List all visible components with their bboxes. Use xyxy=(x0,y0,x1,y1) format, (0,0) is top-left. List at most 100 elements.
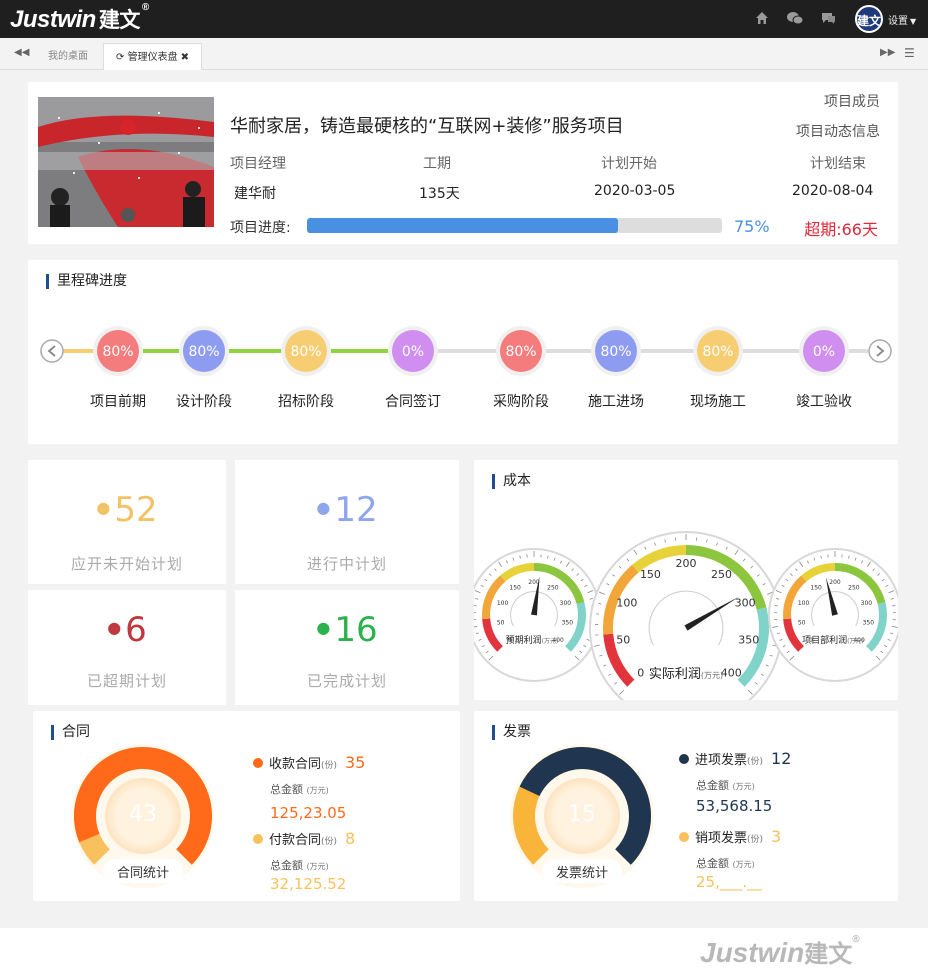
milestone-node[interactable]: 80% xyxy=(496,326,546,376)
logo-cn-text: 建文 xyxy=(99,9,140,32)
project-members-link[interactable]: 项目成员 xyxy=(796,87,880,117)
receive-contract-item[interactable]: 收款合同(份)35 xyxy=(253,753,365,772)
chat-icon[interactable] xyxy=(820,11,836,27)
out-total-label: 总金额 (万元) xyxy=(696,855,755,871)
list-icon[interactable]: ☰ xyxy=(904,46,915,60)
schedule-stat[interactable]: ●16已完成计划 xyxy=(235,590,459,705)
milestone-track: 80% 80% 80% 0% 80% 80% 80% 0% xyxy=(28,260,898,444)
schedule-stat[interactable]: ●52 应开未开始计划 xyxy=(28,460,226,584)
out-invoice-item[interactable]: 销项发票(份) 3 xyxy=(679,827,781,846)
home-icon[interactable] xyxy=(754,11,770,27)
in-invoice-item[interactable]: 进项发票(份)12 xyxy=(679,749,791,768)
gauge-tick-label: 200 xyxy=(829,579,841,586)
gauge-tick-label: 350 xyxy=(562,620,574,627)
scroll-right-icon[interactable]: ▶▶ xyxy=(880,47,895,58)
tab-dashboard-label: 管理仪表盘 xyxy=(128,52,178,63)
overdue-days: 超期:66天 xyxy=(804,216,878,240)
gauge-tick-label: 150 xyxy=(810,585,822,592)
milestone-percent: 80% xyxy=(102,344,133,360)
start-label: 计划开始 xyxy=(601,153,657,173)
receive-amount: 125,23.05 xyxy=(270,804,346,822)
gauge-tick-label: 200 xyxy=(676,557,697,570)
top-bar: Justwin建文® 建文 设置▼ xyxy=(0,0,928,38)
stat-value: ●16 xyxy=(235,610,459,650)
milestone-label: 施工进场 xyxy=(571,391,661,411)
tab-my-desktop[interactable]: 我的桌面 xyxy=(36,43,100,70)
logo-text: Justwin xyxy=(10,6,96,33)
end-label: 计划结束 xyxy=(810,153,866,173)
out-amount: 25,___.__ xyxy=(696,873,762,891)
stat-label: 已超期计划 xyxy=(28,670,226,691)
pay-contract-item[interactable]: 付款合同(份)8 xyxy=(253,829,355,848)
app-logo[interactable]: Justwin建文® xyxy=(10,4,149,34)
gauge-tick-label: 50 xyxy=(616,633,630,646)
milestone-node[interactable]: 80% xyxy=(693,326,743,376)
progress-label: 项目进度: xyxy=(230,217,291,237)
duration-value: 135天 xyxy=(419,183,460,203)
milestone-next-button[interactable] xyxy=(869,340,891,362)
milestone-percent: 80% xyxy=(188,344,219,360)
gauge-tick-label: 250 xyxy=(848,585,860,592)
in-dot xyxy=(679,754,689,764)
milestone-percent: 0% xyxy=(402,344,424,360)
milestone-label: 采购阶段 xyxy=(476,391,566,411)
progress-bar-fill xyxy=(307,218,618,233)
cost-card: 成本 050100150200250300350400预期利润(万元)05010… xyxy=(474,460,898,700)
milestone-prev-button[interactable] xyxy=(41,340,63,362)
milestone-node[interactable]: 80% xyxy=(179,326,229,376)
refresh-icon[interactable]: ⟳ xyxy=(116,52,124,63)
milestone-node[interactable]: 0% xyxy=(388,326,438,376)
receive-label: 收款合同 xyxy=(269,757,321,772)
gauge-tick-label: 50 xyxy=(798,620,806,627)
out-label: 销项发票 xyxy=(695,831,747,846)
avatar[interactable]: 建文 xyxy=(855,5,883,33)
tab-bar: ◀◀ 我的桌面 ⟳ 管理仪表盘✖ ▶▶ ☰ xyxy=(0,38,928,70)
schedule-stat[interactable]: ●12进行中计划 xyxy=(235,460,459,584)
out-count: 3 xyxy=(771,827,781,846)
stat-value: ●6 xyxy=(28,610,226,650)
milestone-label: 现场施工 xyxy=(673,391,763,411)
stat-label: 应开未开始计划 xyxy=(28,553,226,574)
watermark-reg: ® xyxy=(852,934,859,945)
gauge-tick-label: 250 xyxy=(547,585,559,592)
watermark-logo: Justwin建文® xyxy=(700,934,860,969)
gauge-tick-label: 400 xyxy=(721,666,742,679)
contract-gauge: 43 合同统计 xyxy=(68,741,218,891)
contract-title: 合同 xyxy=(51,725,90,740)
schedule-stat[interactable]: ●6 已超期计划 xyxy=(28,590,226,705)
milestone-node[interactable]: 80% xyxy=(591,326,641,376)
watermark-text: Justwin xyxy=(700,937,804,968)
wechat-icon[interactable] xyxy=(787,11,803,27)
milestone-label: 招标阶段 xyxy=(261,391,351,411)
gauge-tick-label: 100 xyxy=(616,597,637,610)
gauge-tick-label: 300 xyxy=(735,597,756,610)
invoice-title: 发票 xyxy=(492,725,531,740)
milestone-node[interactable]: 0% xyxy=(799,326,849,376)
stat-value: ●52 xyxy=(28,490,226,530)
milestone-label: 设计阶段 xyxy=(159,391,249,411)
milestone-node[interactable]: 80% xyxy=(281,326,331,376)
close-icon[interactable]: ✖ xyxy=(181,52,189,63)
scroll-left-icon[interactable]: ◀◀ xyxy=(14,47,29,58)
pay-dot xyxy=(253,834,263,844)
logo-registered-mark: ® xyxy=(142,2,149,13)
milestone-node[interactable]: 80% xyxy=(93,326,143,376)
stat-label: 进行中计划 xyxy=(235,553,459,574)
project-links: 项目成员 项目动态信息 xyxy=(796,87,880,147)
cost-gauges: 050100150200250300350400预期利润(万元)05010015… xyxy=(474,460,898,700)
out-unit: (份) xyxy=(747,835,763,845)
milestone-percent: 80% xyxy=(600,344,631,360)
gauge-tick-label: 300 xyxy=(861,600,873,607)
invoice-center-value: 15 xyxy=(568,802,596,827)
receive-dot xyxy=(253,758,263,768)
milestone-percent: 0% xyxy=(813,344,835,360)
receive-total-label: 总金额 (万元) xyxy=(270,781,329,797)
tab-dashboard[interactable]: ⟳ 管理仪表盘✖ xyxy=(103,43,202,70)
watermark-cn: 建文 xyxy=(804,941,852,968)
gauge-tick-label: 100 xyxy=(798,600,810,607)
in-label: 进项发票 xyxy=(695,753,747,768)
in-amount: 53,568.15 xyxy=(696,797,772,815)
project-updates-link[interactable]: 项目动态信息 xyxy=(796,117,880,147)
pay-count: 8 xyxy=(345,829,355,848)
settings-menu[interactable]: 设置▼ xyxy=(888,12,916,27)
